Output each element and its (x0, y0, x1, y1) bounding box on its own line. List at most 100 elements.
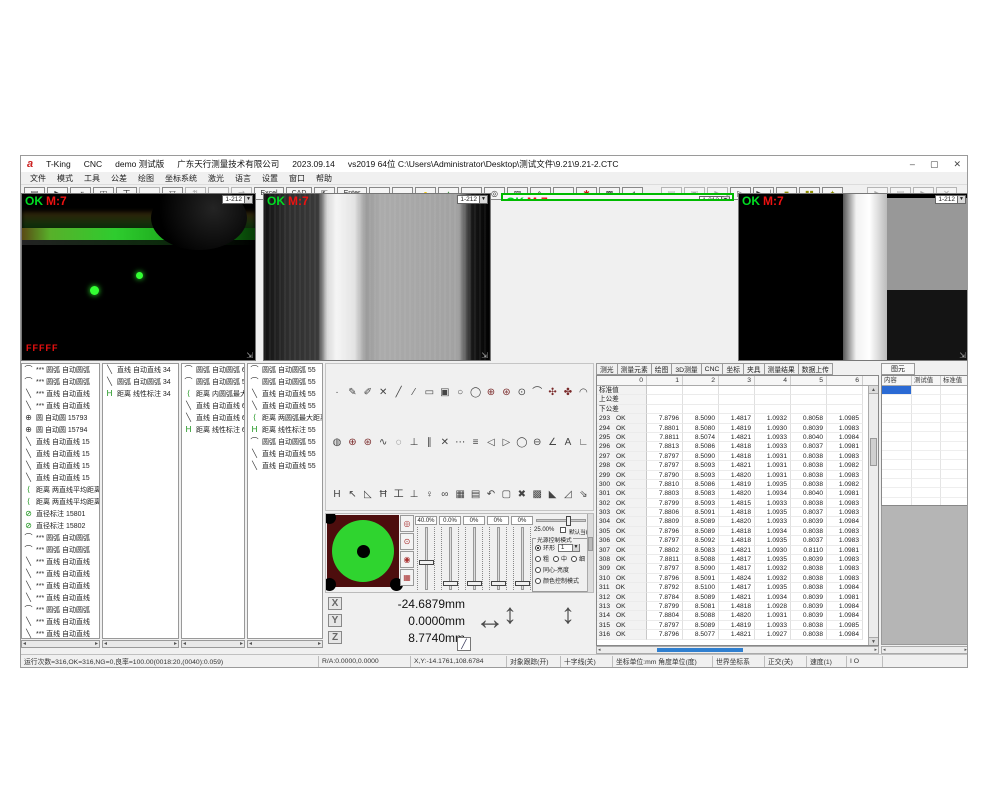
list-item[interactable]: ╲直线 自动直线 55 (248, 388, 322, 400)
table-cell[interactable]: 8.5088 (683, 555, 719, 564)
list-item[interactable]: ⌒*** 圆弧 自动圆弧 (22, 376, 99, 388)
column-header[interactable]: 1 (647, 376, 683, 385)
table-cell[interactable] (882, 414, 912, 423)
menu-item-2[interactable]: 模式 (57, 173, 73, 184)
table-cell[interactable]: 0.8040 (791, 433, 827, 442)
light-slider-track[interactable] (417, 527, 435, 590)
list-item[interactable]: ⌒*** 圆弧 自动圆弧 (22, 544, 99, 556)
table-cell[interactable]: 1.0933 (755, 433, 791, 442)
list-item[interactable]: ⊘直径标注 15801 (22, 508, 99, 520)
tab-7[interactable]: 夹具 (744, 363, 765, 375)
table-cell[interactable]: 8.5089 (683, 593, 719, 602)
table-cell[interactable]: 7.8797 (647, 621, 683, 630)
table-cell[interactable]: 1.4817 (719, 583, 755, 592)
table-cell[interactable]: 7.8796 (647, 527, 683, 536)
tool-pick-edge-icon[interactable]: ✎ (345, 386, 359, 400)
tool-delete-icon[interactable]: ✖ (515, 488, 529, 502)
row-label-cell[interactable]: 标准值 (597, 386, 647, 395)
table-cell[interactable]: 8.5088 (683, 611, 719, 620)
table-cell[interactable]: 1.0932 (755, 564, 791, 573)
list-item[interactable]: ╲*** 直线 自动直线 (22, 580, 99, 592)
table-cell[interactable] (882, 470, 912, 479)
table-cell[interactable] (647, 405, 683, 414)
light-slider-track[interactable] (513, 527, 531, 590)
scroll-down-icon[interactable]: ▼ (869, 637, 878, 645)
table-cell[interactable] (683, 386, 719, 395)
table-cell[interactable]: 1.4817 (719, 564, 755, 573)
table-cell[interactable]: 1.4821 (719, 630, 755, 639)
table-cell[interactable]: 1.0983 (827, 527, 863, 536)
table-cell[interactable]: 8.5091 (683, 508, 719, 517)
column-header[interactable]: 测试值 (912, 376, 941, 385)
tool-pick-edge-2-icon[interactable]: ✐ (361, 386, 375, 400)
table-cell[interactable] (791, 395, 827, 404)
tool-circle-cross-icon[interactable]: ⊕ (484, 386, 498, 400)
table-cell[interactable] (941, 386, 968, 395)
list-item[interactable] (882, 405, 968, 414)
table-cell[interactable]: 8.5089 (683, 621, 719, 630)
list-item[interactable]: ╲*** 直线 自动直线 (22, 628, 99, 639)
list-item[interactable]: H距离 线性标注 34 (103, 388, 178, 400)
camera-range-dropdown[interactable]: 1-212▼ (935, 195, 966, 204)
light-slider-2[interactable]: 0.0% (439, 516, 461, 592)
table-cell[interactable]: 1.4821 (719, 546, 755, 555)
tool-parallel-icon[interactable]: ∥ (422, 436, 436, 450)
list-item[interactable] (882, 395, 968, 404)
light-slider-thumb[interactable] (491, 581, 506, 586)
list-item[interactable]: ⌒*** 圆弧 自动圆弧 (22, 532, 99, 544)
table-cell[interactable]: 0.8039 (791, 593, 827, 602)
table-cell[interactable] (941, 442, 968, 451)
list-scrollbar[interactable]: ◂▸ (21, 640, 100, 648)
light-slider-thumb[interactable] (515, 581, 530, 586)
table-cell[interactable] (941, 460, 968, 469)
table-cell[interactable]: 1.4821 (719, 593, 755, 602)
table-cell[interactable]: 8.5093 (683, 499, 719, 508)
table-cell[interactable]: 1.0983 (827, 471, 863, 480)
menu-item-8[interactable]: 语言 (235, 173, 251, 184)
table-cell[interactable]: 1.0982 (827, 480, 863, 489)
row-label-cell[interactable]: 下公差 (597, 405, 647, 414)
scroll-right-icon[interactable]: ▸ (964, 647, 968, 653)
list-item[interactable]: H距离 线性标注 66 (182, 424, 244, 436)
table-cell[interactable]: 7.8792 (647, 583, 683, 592)
table-cell[interactable]: 8.5093 (683, 471, 719, 480)
list-item[interactable]: ⌒*** 圆弧 自动圆弧 (22, 604, 99, 616)
table-cell[interactable] (755, 395, 791, 404)
tab-1[interactable]: 测光 (596, 363, 618, 375)
concentric-option[interactable]: 同心-亮度 (535, 564, 586, 575)
list-item[interactable]: ╲圆弧 自动圆弧 34 (103, 376, 178, 388)
table-cell[interactable]: 0.8038 (791, 574, 827, 583)
table-cell[interactable]: 1.0928 (755, 602, 791, 611)
table-row[interactable]: 306OK7.87978.50921.48181.09350.80371.098… (597, 536, 878, 545)
menu-item-5[interactable]: 绘图 (138, 173, 154, 184)
minimize-button[interactable]: – (910, 159, 915, 170)
tool-angle-close-icon[interactable]: ▷ (499, 436, 513, 450)
master-slider-thumb[interactable] (566, 516, 571, 526)
table-cell[interactable]: 0.8037 (791, 536, 827, 545)
light-slider-thumb[interactable] (419, 560, 434, 565)
table-cell[interactable]: 1.0933 (755, 442, 791, 451)
radio-off-icon[interactable] (535, 567, 541, 573)
row-label-cell[interactable]: 303OK (597, 508, 647, 517)
camera-view-1[interactable]: OK M:7 1-212▼ FFFFF ⇲ (21, 193, 256, 361)
table-cell[interactable] (941, 498, 968, 506)
table-cell[interactable]: 1.0984 (827, 583, 863, 592)
table-row[interactable]: 294OK7.88018.50801.48191.09300.80391.098… (597, 424, 878, 433)
table-cell[interactable]: 7.8799 (647, 602, 683, 611)
list-item[interactable]: ⌒圆弧 自动圆弧 55 (182, 376, 244, 388)
table-cell[interactable]: 1.4819 (719, 621, 755, 630)
table-cell[interactable]: 7.8804 (647, 611, 683, 620)
tool-text-icon[interactable]: A (561, 436, 575, 450)
table-cell[interactable]: 1.0935 (755, 508, 791, 517)
light-slider-track[interactable] (465, 527, 483, 590)
row-label-cell[interactable]: 315OK (597, 621, 647, 630)
table-cell[interactable]: 8.5090 (683, 414, 719, 423)
table-row[interactable]: 315OK7.87978.50891.48191.09330.80381.098… (597, 621, 878, 630)
table-cell[interactable] (941, 488, 968, 497)
table-cell[interactable]: 1.4817 (719, 414, 755, 423)
table-cell[interactable]: 8.5093 (683, 461, 719, 470)
menu-item-6[interactable]: 坐标系统 (165, 173, 197, 184)
table-row[interactable]: 296OK7.88138.50861.48181.09330.80371.098… (597, 442, 878, 451)
table-cell[interactable]: 8.5091 (683, 574, 719, 583)
table-cell[interactable]: 1.0932 (755, 414, 791, 423)
